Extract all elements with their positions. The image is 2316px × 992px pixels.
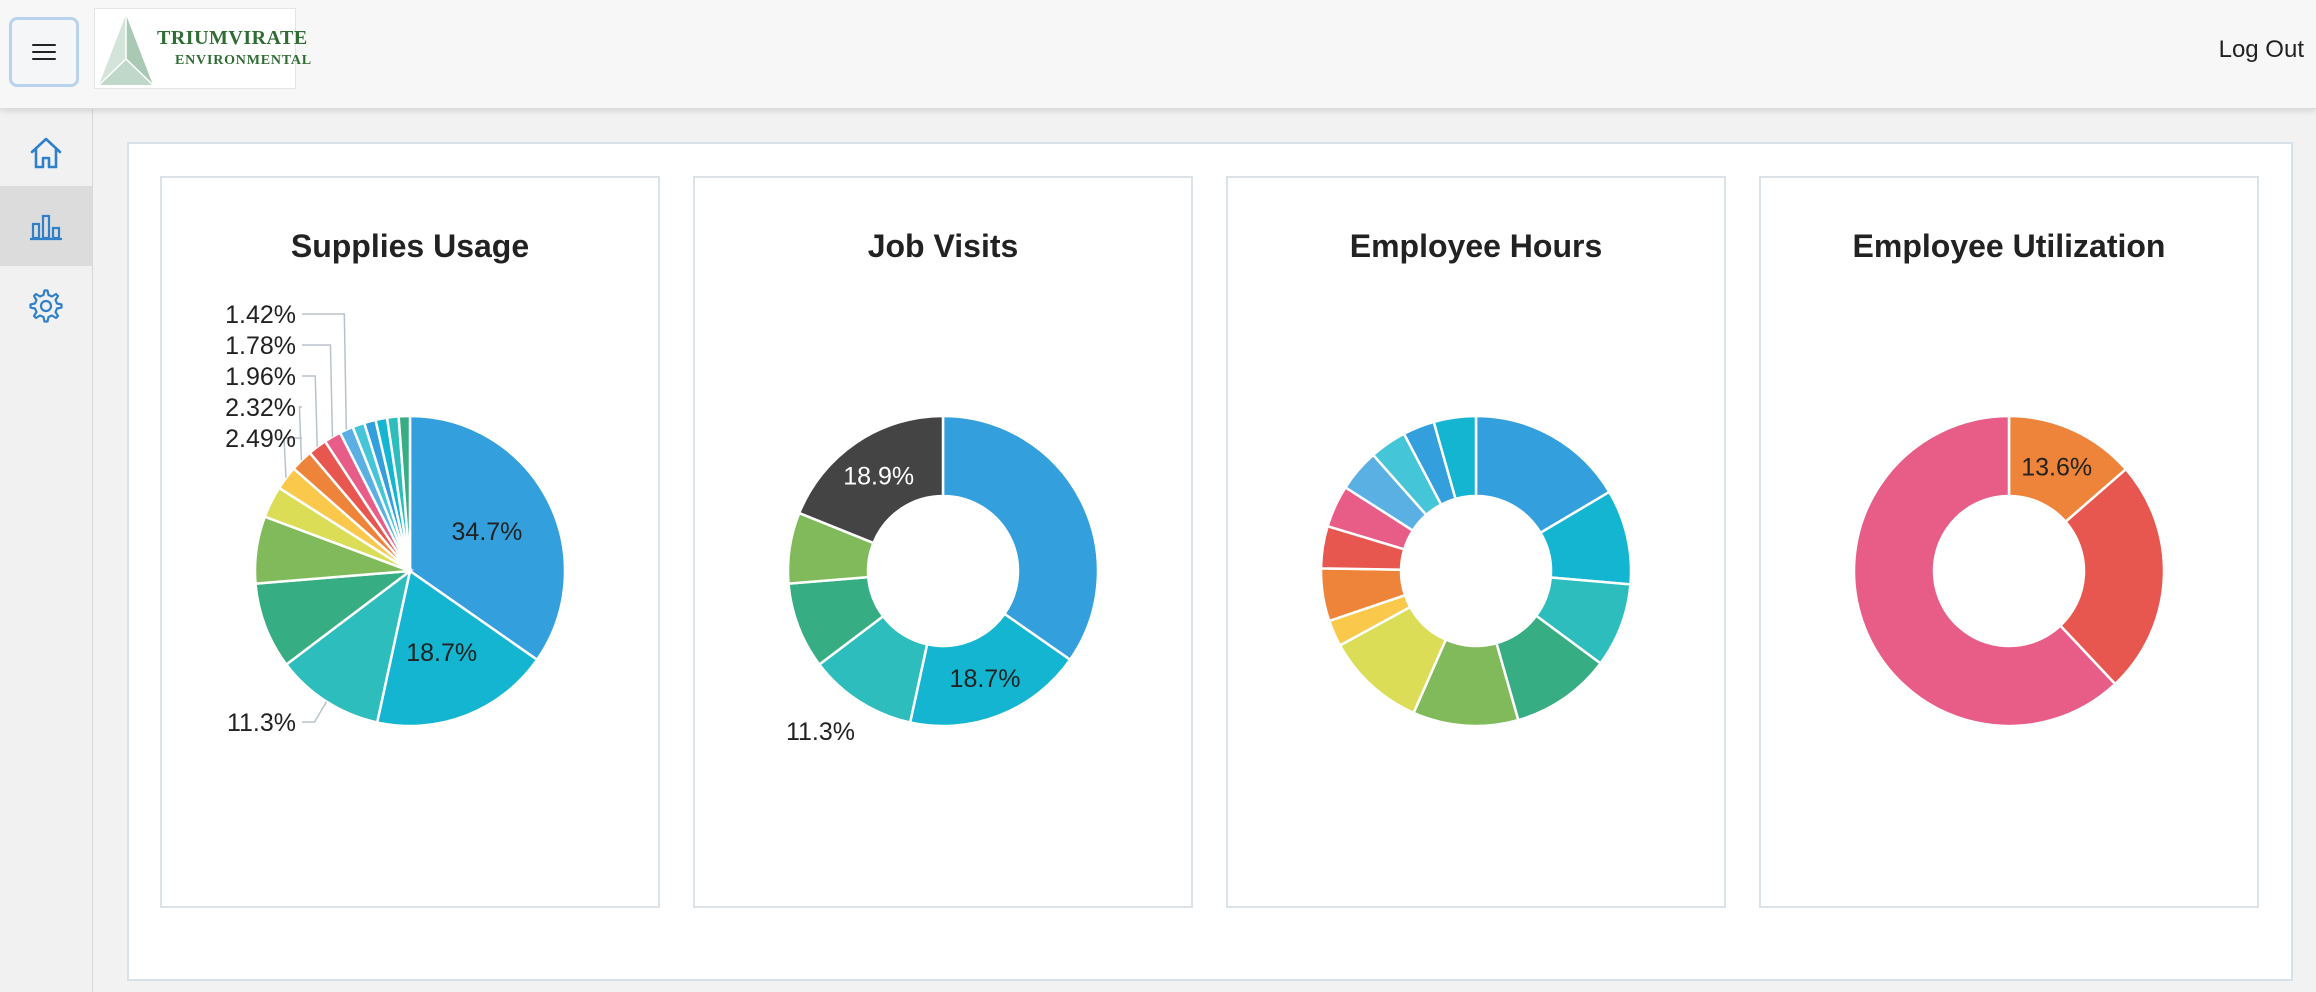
supplies-usage-pie-chart: 34.7% 18.7% 1.42% 1.78% 1.96% 2.32% 2.49% 11.3%: [225, 301, 567, 737]
data-label: 2.49%: [225, 425, 296, 453]
sidebar-item-home[interactable]: [0, 113, 92, 193]
logo-line1: TRIUMVIRATE: [157, 27, 308, 49]
chart-panel-job-visits: Job Visits 18.7% 18.9% 11.3%: [693, 176, 1193, 908]
employee-utilization-donut-chart: 13.6%: [1852, 414, 2166, 728]
logout-link[interactable]: Log Out: [2219, 36, 2304, 64]
data-label: 1.78%: [225, 332, 296, 360]
menu-button[interactable]: [9, 17, 79, 87]
data-label: 11.3%: [227, 709, 296, 737]
leader-line: [298, 406, 303, 461]
employee-hours-donut-chart: [1319, 414, 1633, 728]
data-label: 1.96%: [225, 363, 296, 391]
data-label: 11.3%: [786, 718, 855, 746]
company-logo[interactable]: TRIUMVIRATE ENVIRONMENTAL: [94, 8, 311, 89]
chart-slice[interactable]: [941, 414, 1100, 662]
sidebar-item-charts[interactable]: [0, 186, 92, 266]
logo-line2: ENVIRONMENTAL: [175, 53, 312, 68]
sidebar: [0, 108, 93, 992]
hamburger-icon: [32, 44, 56, 60]
data-label: 18.9%: [843, 463, 914, 491]
data-label: 18.7%: [406, 639, 477, 667]
leader-line: [302, 701, 328, 723]
chart-panel-employee-hours: Employee Hours: [1226, 176, 1726, 908]
data-label: 1.42%: [225, 301, 296, 329]
bar-chart-icon: [30, 214, 62, 241]
data-label: 2.32%: [225, 394, 296, 422]
gear-icon: [29, 289, 63, 323]
chart-panel-supplies-usage: Supplies Usage 34.7% 18.7% 1.42% 1.78% 1.96%…: [160, 176, 660, 908]
home-icon: [30, 137, 62, 169]
data-label: 18.7%: [950, 665, 1021, 693]
job-visits-donut-chart: 18.7% 18.9% 11.3%: [786, 414, 1100, 746]
chart-panel-employee-utilization: Employee Utilization 13.6%: [1759, 176, 2259, 908]
top-bar: TRIUMVIRATE ENVIRONMENTAL Log Out: [0, 0, 2316, 109]
leader-line: [302, 375, 318, 447]
sidebar-item-settings[interactable]: [0, 266, 92, 346]
data-label: 34.7%: [452, 518, 523, 546]
data-label: 13.6%: [2021, 453, 2092, 481]
leader-line: [302, 313, 348, 430]
